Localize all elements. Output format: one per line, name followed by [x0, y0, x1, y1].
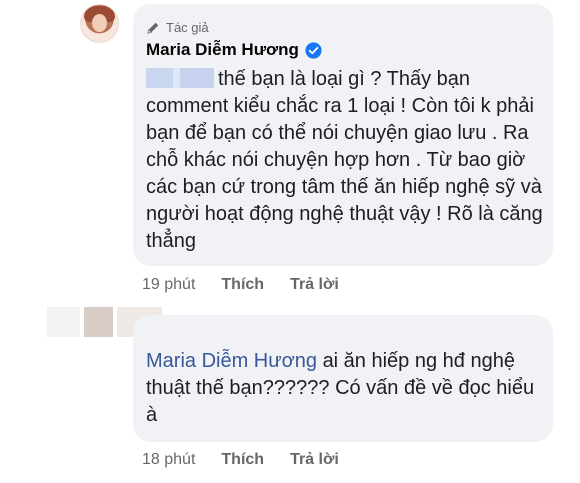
author-name-row: Maria Diễm Hương	[146, 40, 322, 60]
author-badge-label: Tác giả	[166, 20, 209, 35]
mention-link[interactable]: Maria Diễm Hương	[146, 350, 317, 372]
comment-text-reply: Maria Diễm Hương ai ăn hiếp ng hđ nghệ t…	[146, 348, 546, 429]
reply-button[interactable]: Trả lời	[290, 276, 339, 294]
author-badge: Tác giả	[146, 20, 209, 35]
like-button[interactable]: Thích	[221, 276, 264, 294]
avatar-face	[92, 14, 107, 32]
comment-time[interactable]: 19 phút	[142, 276, 195, 294]
comment-body-author: thế bạn là loại gì ? Thấy bạn comment ki…	[146, 68, 543, 252]
author-name[interactable]: Maria Diễm Hương	[146, 40, 299, 60]
comment-actions-author: 19 phút Thích Trả lời	[142, 276, 365, 294]
comment-actions-reply: 18 phút Thích Trả lời	[142, 451, 365, 469]
reply-button[interactable]: Trả lời	[290, 451, 339, 469]
like-button[interactable]: Thích	[221, 451, 264, 469]
comment-text-author: thế bạn là loại gì ? Thấy bạn comment ki…	[146, 66, 546, 255]
blur-block	[47, 307, 81, 337]
blurred-mention[interactable]	[146, 68, 214, 88]
pen-icon	[147, 22, 159, 34]
verified-badge-icon	[305, 41, 322, 59]
author-avatar[interactable]	[80, 4, 119, 43]
comment-time[interactable]: 18 phút	[142, 451, 195, 469]
blur-block	[84, 307, 114, 337]
